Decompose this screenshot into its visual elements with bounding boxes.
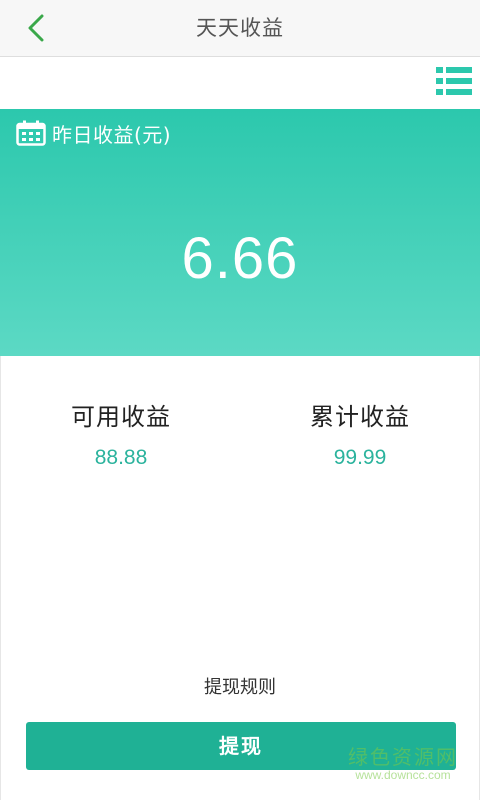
card-label: 昨日收益(元): [52, 122, 172, 147]
toolbar: [0, 57, 480, 109]
list-icon: [436, 67, 472, 95]
withdraw-rules-link[interactable]: 提现规则: [0, 674, 480, 702]
yesterday-earnings-card: 昨日收益(元) 6.66: [0, 109, 480, 356]
available-earnings-value: 88.88: [94, 446, 148, 469]
watermark-text: 绿色资源网: [348, 745, 458, 769]
page-title: 天天收益: [196, 16, 284, 40]
total-earnings-value: 99.99: [333, 446, 387, 469]
available-earnings: 可用收益 88.88: [1, 400, 241, 472]
yesterday-earnings-value: 6.66: [181, 226, 299, 291]
calendar-icon: [16, 120, 46, 146]
menu-list-button[interactable]: [436, 65, 472, 97]
available-earnings-label: 可用收益: [71, 403, 171, 431]
header-bar: 天天收益: [0, 0, 480, 57]
total-earnings: 累计收益 99.99: [240, 400, 480, 472]
total-earnings-label: 累计收益: [310, 403, 410, 431]
watermark-url: www.downcc.com: [355, 768, 451, 782]
watermark: 绿色资源网 www.downcc.com: [348, 746, 458, 782]
card-label-row: 昨日收益(元): [16, 117, 171, 149]
